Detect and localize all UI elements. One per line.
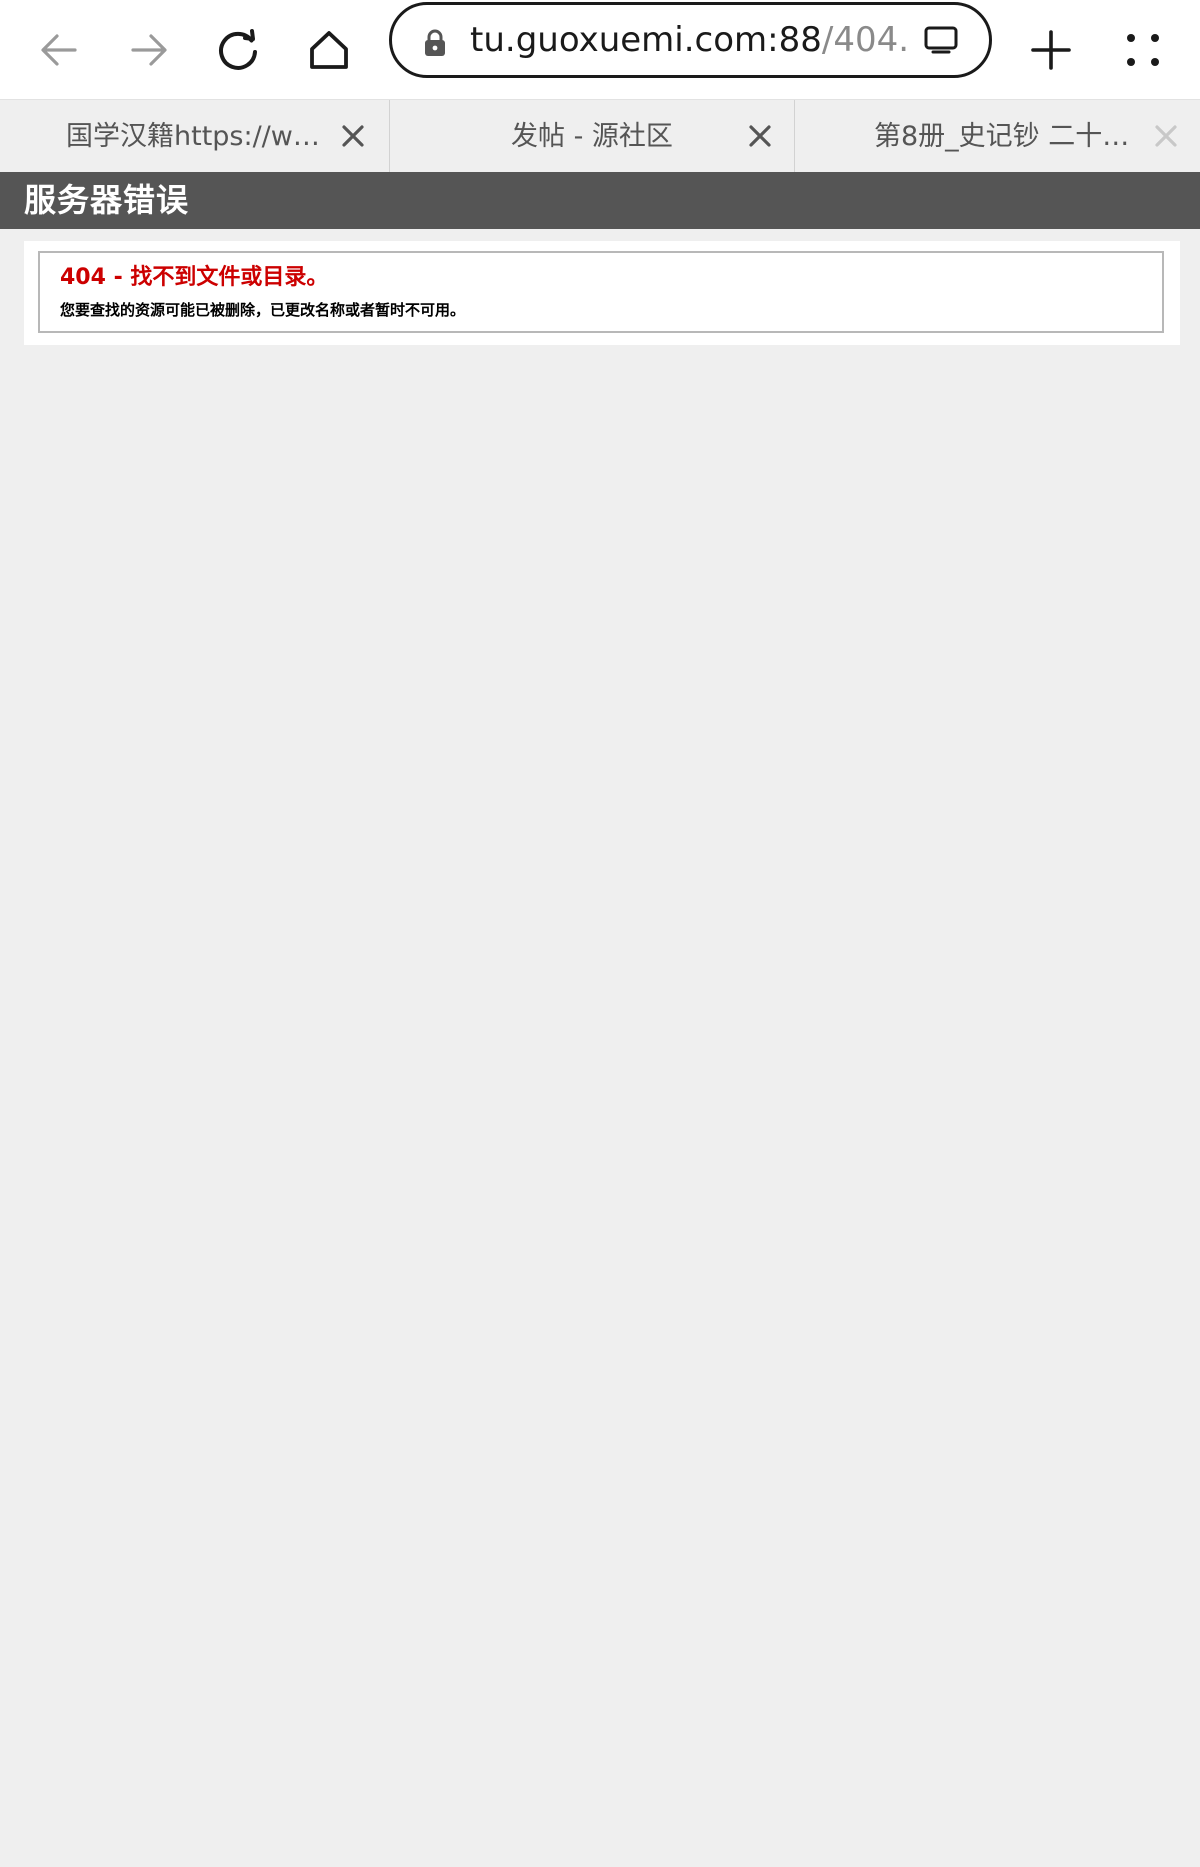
reload-button[interactable] — [199, 10, 279, 90]
url-host: tu.guoxuemi.com:88 — [470, 20, 822, 60]
lock-icon — [425, 29, 445, 56]
arrow-left-icon — [41, 34, 77, 66]
home-icon — [310, 31, 348, 69]
close-icon[interactable] — [746, 122, 774, 150]
tab-item[interactable]: 发帖 - 源社区 — [390, 100, 795, 173]
error-box: 404 - 找不到文件或目录。 您要查找的资源可能已被删除，已更改名称或者暂时不… — [38, 251, 1164, 333]
menu-button[interactable] — [1103, 10, 1183, 90]
url-path: /404.h — [821, 20, 910, 60]
browser-toolbar: tu.guoxuemi.com:88/404.h — [0, 0, 1200, 99]
page-title: 服务器错误 — [24, 181, 190, 219]
page-header: 服务器错误 — [0, 172, 1200, 229]
tab-item[interactable]: 国学汉籍https://w… — [0, 100, 390, 173]
home-button[interactable] — [289, 10, 369, 90]
new-tab-button[interactable] — [1011, 10, 1091, 90]
tab-strip: 国学汉籍https://w… 发帖 - 源社区 第8册_史记钞 二十… — [0, 99, 1200, 173]
forward-button[interactable] — [109, 10, 189, 90]
tab-title: 发帖 - 源社区 — [511, 121, 673, 152]
tab-title: 第8册_史记钞 二十… — [874, 121, 1130, 152]
tab-item[interactable]: 第8册_史记钞 二十… — [795, 100, 1200, 173]
close-icon[interactable] — [1152, 122, 1180, 150]
address-bar[interactable]: tu.guoxuemi.com:88/404.h — [389, 2, 992, 78]
reader-mode-icon[interactable] — [923, 25, 959, 55]
close-icon[interactable] — [339, 122, 367, 150]
arrow-right-icon — [131, 34, 167, 66]
menu-dots-icon — [1127, 34, 1159, 66]
back-button[interactable] — [19, 10, 99, 90]
error-title: 404 - 找不到文件或目录。 — [60, 265, 329, 290]
plus-icon — [1031, 30, 1071, 70]
content-area: 404 - 找不到文件或目录。 您要查找的资源可能已被删除，已更改名称或者暂时不… — [24, 241, 1180, 345]
reload-icon — [219, 29, 257, 70]
tab-title: 国学汉籍https://w… — [66, 121, 320, 152]
error-description: 您要查找的资源可能已被删除，已更改名称或者暂时不可用。 — [60, 301, 466, 319]
url-text[interactable]: tu.guoxuemi.com:88/404.h — [470, 5, 910, 75]
